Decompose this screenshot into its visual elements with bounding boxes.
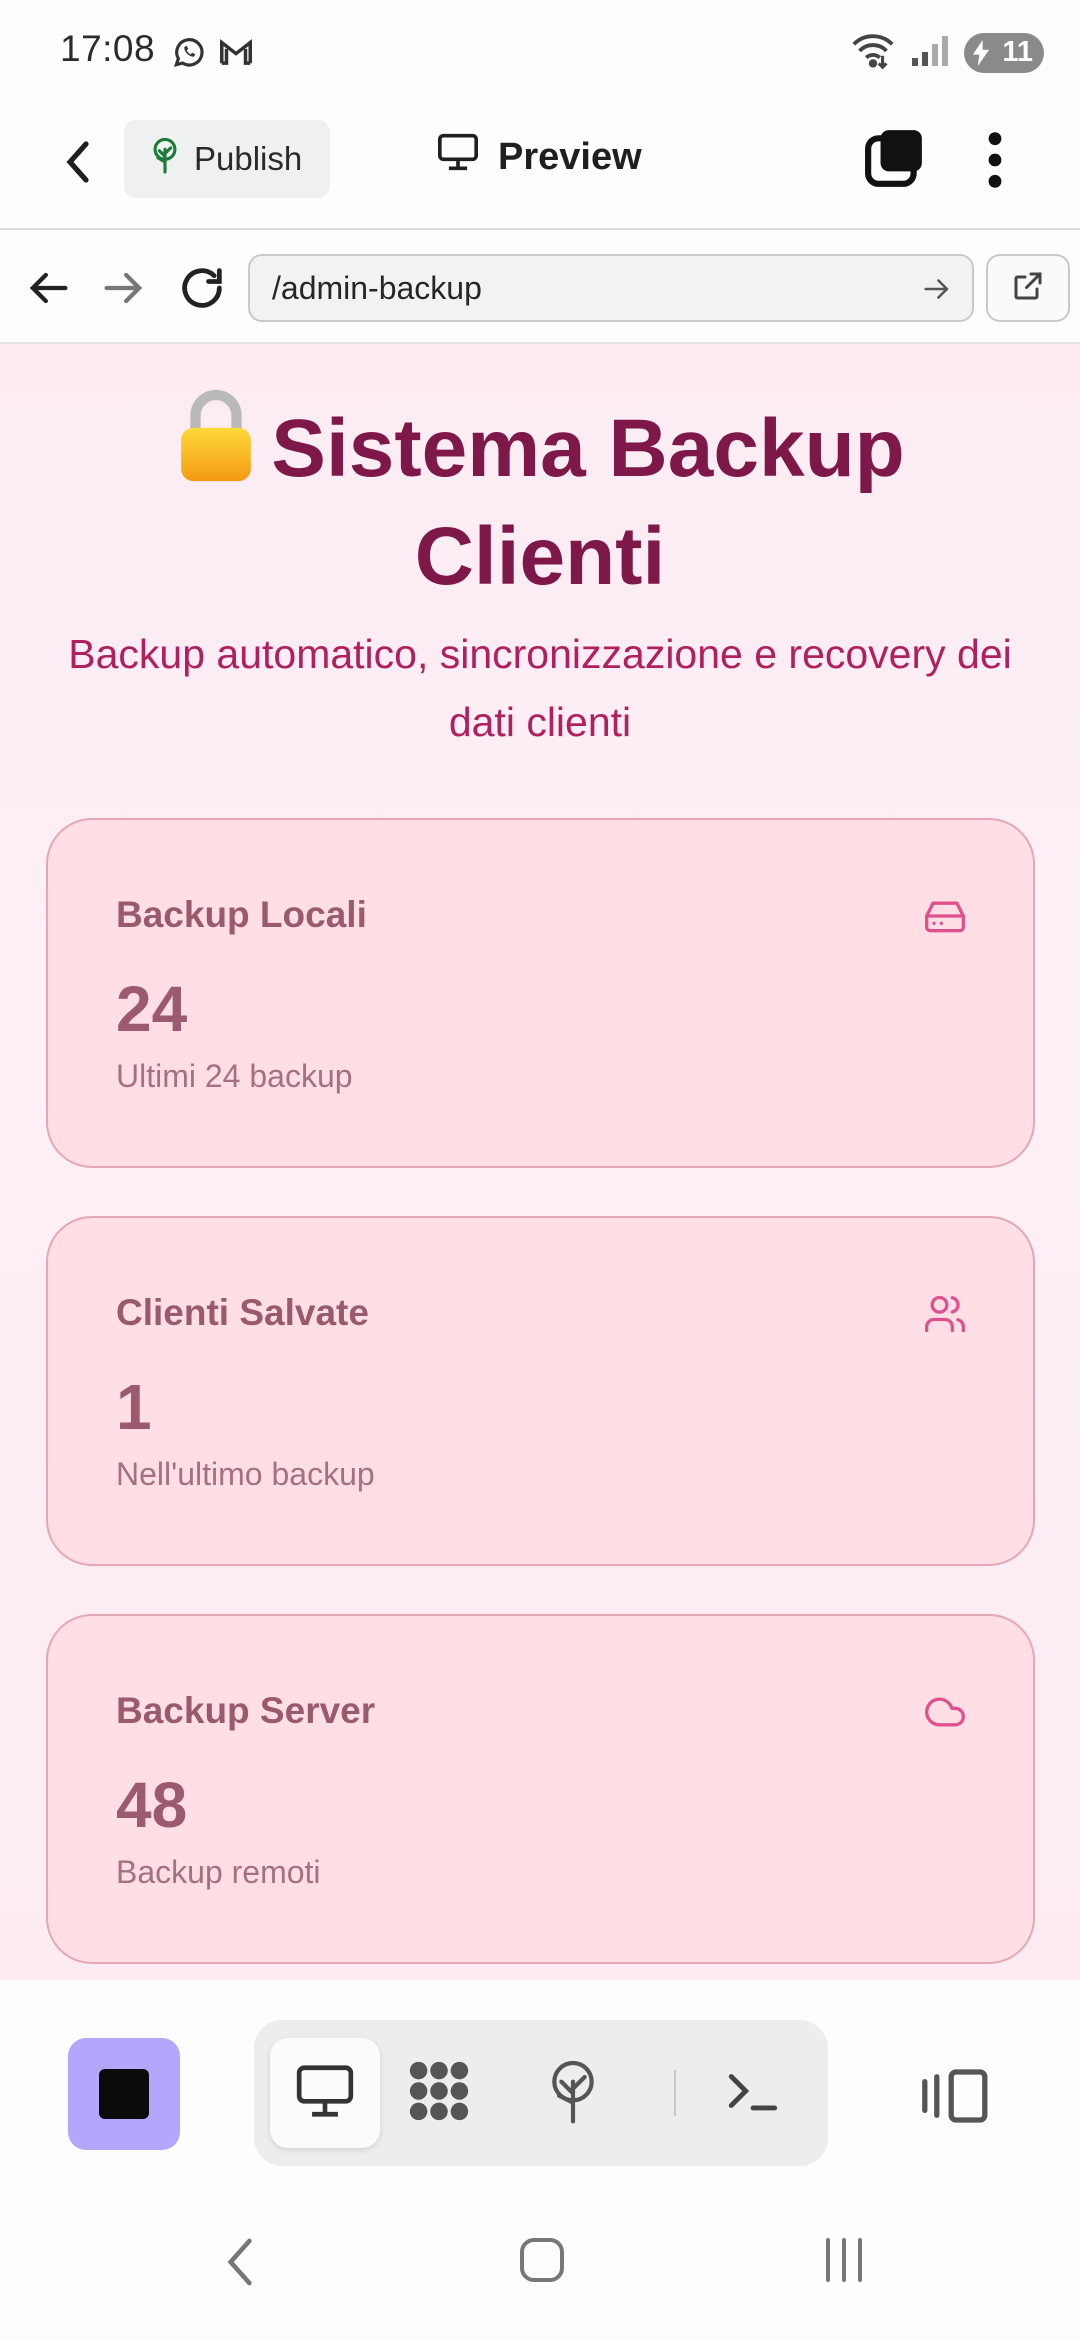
card-note: Backup remoti: [116, 1854, 321, 1890]
tool-publish-button[interactable]: [518, 2038, 628, 2148]
app-toolbar: Publish Preview: [0, 104, 1080, 230]
terminal-icon: [724, 2066, 782, 2121]
tool-preview-button[interactable]: [270, 2038, 380, 2148]
battery-level: 11: [1002, 36, 1033, 68]
tool-apps-button[interactable]: [384, 2038, 494, 2148]
open-external-button[interactable]: [986, 254, 1070, 322]
card-value: 48: [116, 1769, 188, 1841]
stop-icon: [99, 2069, 149, 2119]
url-text: /admin-backup: [272, 269, 482, 306]
go-arrow-icon[interactable]: [920, 272, 954, 314]
stat-card-clienti-salvate: Clienti Salvate 1 Nell'ultimo backup: [46, 1216, 1035, 1566]
nav-forward-button[interactable]: [98, 262, 150, 314]
page-content: Sistema Backup Clienti Backup automatico…: [0, 344, 1080, 1980]
lock-icon: [175, 388, 257, 507]
card-value: 24: [116, 973, 188, 1045]
card-value: 1: [116, 1371, 152, 1443]
users-icon: [923, 1292, 967, 1336]
status-bar: 17:08 11: [0, 0, 1080, 104]
card-label: Clienti Salvate: [116, 1292, 369, 1333]
system-recents-button[interactable]: [820, 2234, 868, 2291]
tabs-button[interactable]: [864, 128, 926, 190]
system-back-button[interactable]: [218, 2234, 262, 2295]
card-note: Ultimi 24 backup: [116, 1058, 353, 1094]
url-input[interactable]: /admin-backup: [248, 254, 974, 322]
publish-tree-icon: [148, 136, 182, 182]
card-note: Nell'ultimo backup: [116, 1456, 375, 1492]
stat-card-backup-locali: Backup Locali 24 Ultimi 24 backup: [46, 818, 1035, 1168]
preview-label: Preview: [498, 135, 642, 178]
cloud-icon: [923, 1690, 967, 1734]
whatsapp-icon: [170, 33, 208, 76]
battery-indicator: 11: [964, 32, 1044, 73]
status-time: 17:08: [60, 28, 156, 69]
system-home-button[interactable]: [518, 2234, 566, 2291]
tool-group: [254, 2020, 828, 2166]
page-title: Sistema Backup Clienti: [80, 388, 1000, 607]
publish-label: Publish: [194, 140, 303, 177]
external-link-icon: [1010, 268, 1046, 309]
gmail-icon: [216, 33, 256, 76]
stop-button[interactable]: [68, 2038, 180, 2150]
page-title-text: Sistema Backup Clienti: [271, 403, 905, 602]
reload-button[interactable]: [176, 262, 228, 314]
apps-grid-icon: [404, 2056, 474, 2131]
back-button[interactable]: [56, 134, 104, 190]
monitor-icon: [294, 2062, 356, 2125]
card-label: Backup Locali: [116, 894, 367, 935]
page-subtitle: Backup automatico, sincronizzazione e re…: [68, 631, 1012, 745]
more-options-button[interactable]: [978, 128, 1012, 192]
publish-tree-icon: [545, 2058, 601, 2129]
card-label: Backup Server: [116, 1690, 376, 1731]
wifi-icon: [850, 30, 896, 75]
monitor-icon: [436, 132, 480, 182]
nav-back-button[interactable]: [22, 262, 74, 314]
tool-terminal-button[interactable]: [698, 2038, 808, 2148]
browser-url-bar: /admin-backup: [0, 230, 1080, 344]
system-status: 11: [850, 30, 1044, 75]
hard-drive-icon: [923, 894, 967, 938]
layout-toggle-button[interactable]: [920, 2066, 992, 2126]
stat-card-backup-server: Backup Server 48 Backup remoti: [46, 1614, 1035, 1964]
bottom-toolbar: [0, 1980, 1080, 2196]
preview-title: Preview: [436, 132, 642, 182]
signal-icon: [910, 32, 950, 73]
publish-button[interactable]: Publish: [124, 120, 330, 198]
tool-divider: [674, 2070, 676, 2116]
android-navigation-bar: [0, 2186, 1080, 2340]
